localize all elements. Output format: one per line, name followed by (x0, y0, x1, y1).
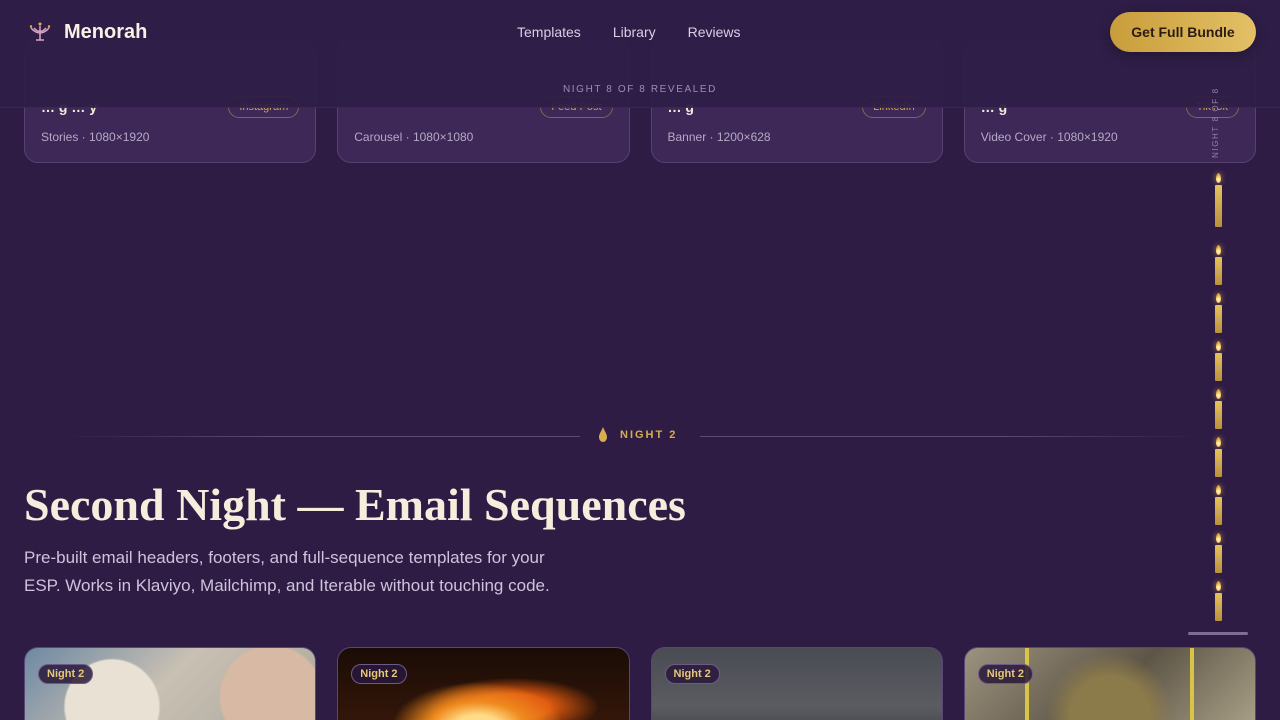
rail-label: NIGHT 8 OF 8 (1211, 87, 1220, 158)
candle-7 (1213, 293, 1223, 333)
template-grid: Night 2 Night 2 Night 2 Night 2 (24, 647, 1256, 720)
menorah-base (1188, 632, 1248, 635)
candle-3 (1213, 485, 1223, 525)
card-meta: Banner · 1200×628 (667, 130, 771, 144)
card-meta: Stories · 1080×1920 (41, 130, 150, 144)
template-card[interactable]: Night 2 (650, 647, 943, 720)
flame-icon (1215, 533, 1221, 543)
candle-6 (1213, 341, 1223, 381)
night-badge: Night 2 (664, 664, 720, 684)
candle-4 (1213, 437, 1223, 477)
night-status: NIGHT 8 OF 8 REVEALED (562, 84, 717, 95)
divider-line (700, 436, 1200, 437)
template-card[interactable]: Night 2 (24, 647, 317, 720)
night-badge: Night 2 (351, 664, 407, 684)
candle-shamash (1213, 173, 1223, 227)
template-card[interactable]: Night 2 (963, 647, 1256, 720)
nav-templates[interactable]: Templates (517, 24, 581, 40)
section-title: Second Night — Email Sequences (24, 479, 686, 530)
section-tag-label: NIGHT 2 (620, 429, 678, 441)
flame-icon (1215, 341, 1221, 351)
brand-name: Menorah (64, 20, 148, 43)
card-meta: Carousel · 1080×1080 (354, 130, 474, 144)
flame-icon (1215, 389, 1221, 399)
night-badge: Night 2 (38, 664, 94, 684)
site-header: Menorah Templates Library Reviews Get Fu… (0, 0, 1280, 108)
flame-icon (1215, 173, 1221, 183)
flame-icon (1215, 245, 1221, 255)
nav-reviews[interactable]: Reviews (688, 24, 741, 40)
candle-1 (1213, 581, 1223, 621)
flame-icon (599, 427, 607, 442)
flame-icon (1215, 293, 1221, 303)
flame-icon (1215, 437, 1221, 447)
section-tag: NIGHT 2 (598, 427, 677, 443)
card-meta: Video Cover · 1080×1920 (980, 130, 1118, 144)
section-description: Pre-built email headers, footers, and fu… (24, 548, 550, 595)
get-full-bundle-button[interactable]: Get Full Bundle (1110, 12, 1256, 52)
main-nav: Templates Library Reviews (517, 24, 741, 40)
divider-line (60, 436, 580, 437)
menorah-logo-icon (29, 22, 51, 41)
logo-link[interactable]: Menorah (28, 20, 147, 44)
flame-icon (1215, 485, 1221, 495)
candle-8 (1213, 245, 1223, 285)
candle-2 (1213, 533, 1223, 573)
nav-library[interactable]: Library (613, 24, 656, 40)
template-card[interactable]: Night 2 (337, 647, 630, 720)
flame-icon (1215, 581, 1221, 591)
night-badge: Night 2 (977, 664, 1034, 684)
candle-5 (1213, 389, 1223, 429)
